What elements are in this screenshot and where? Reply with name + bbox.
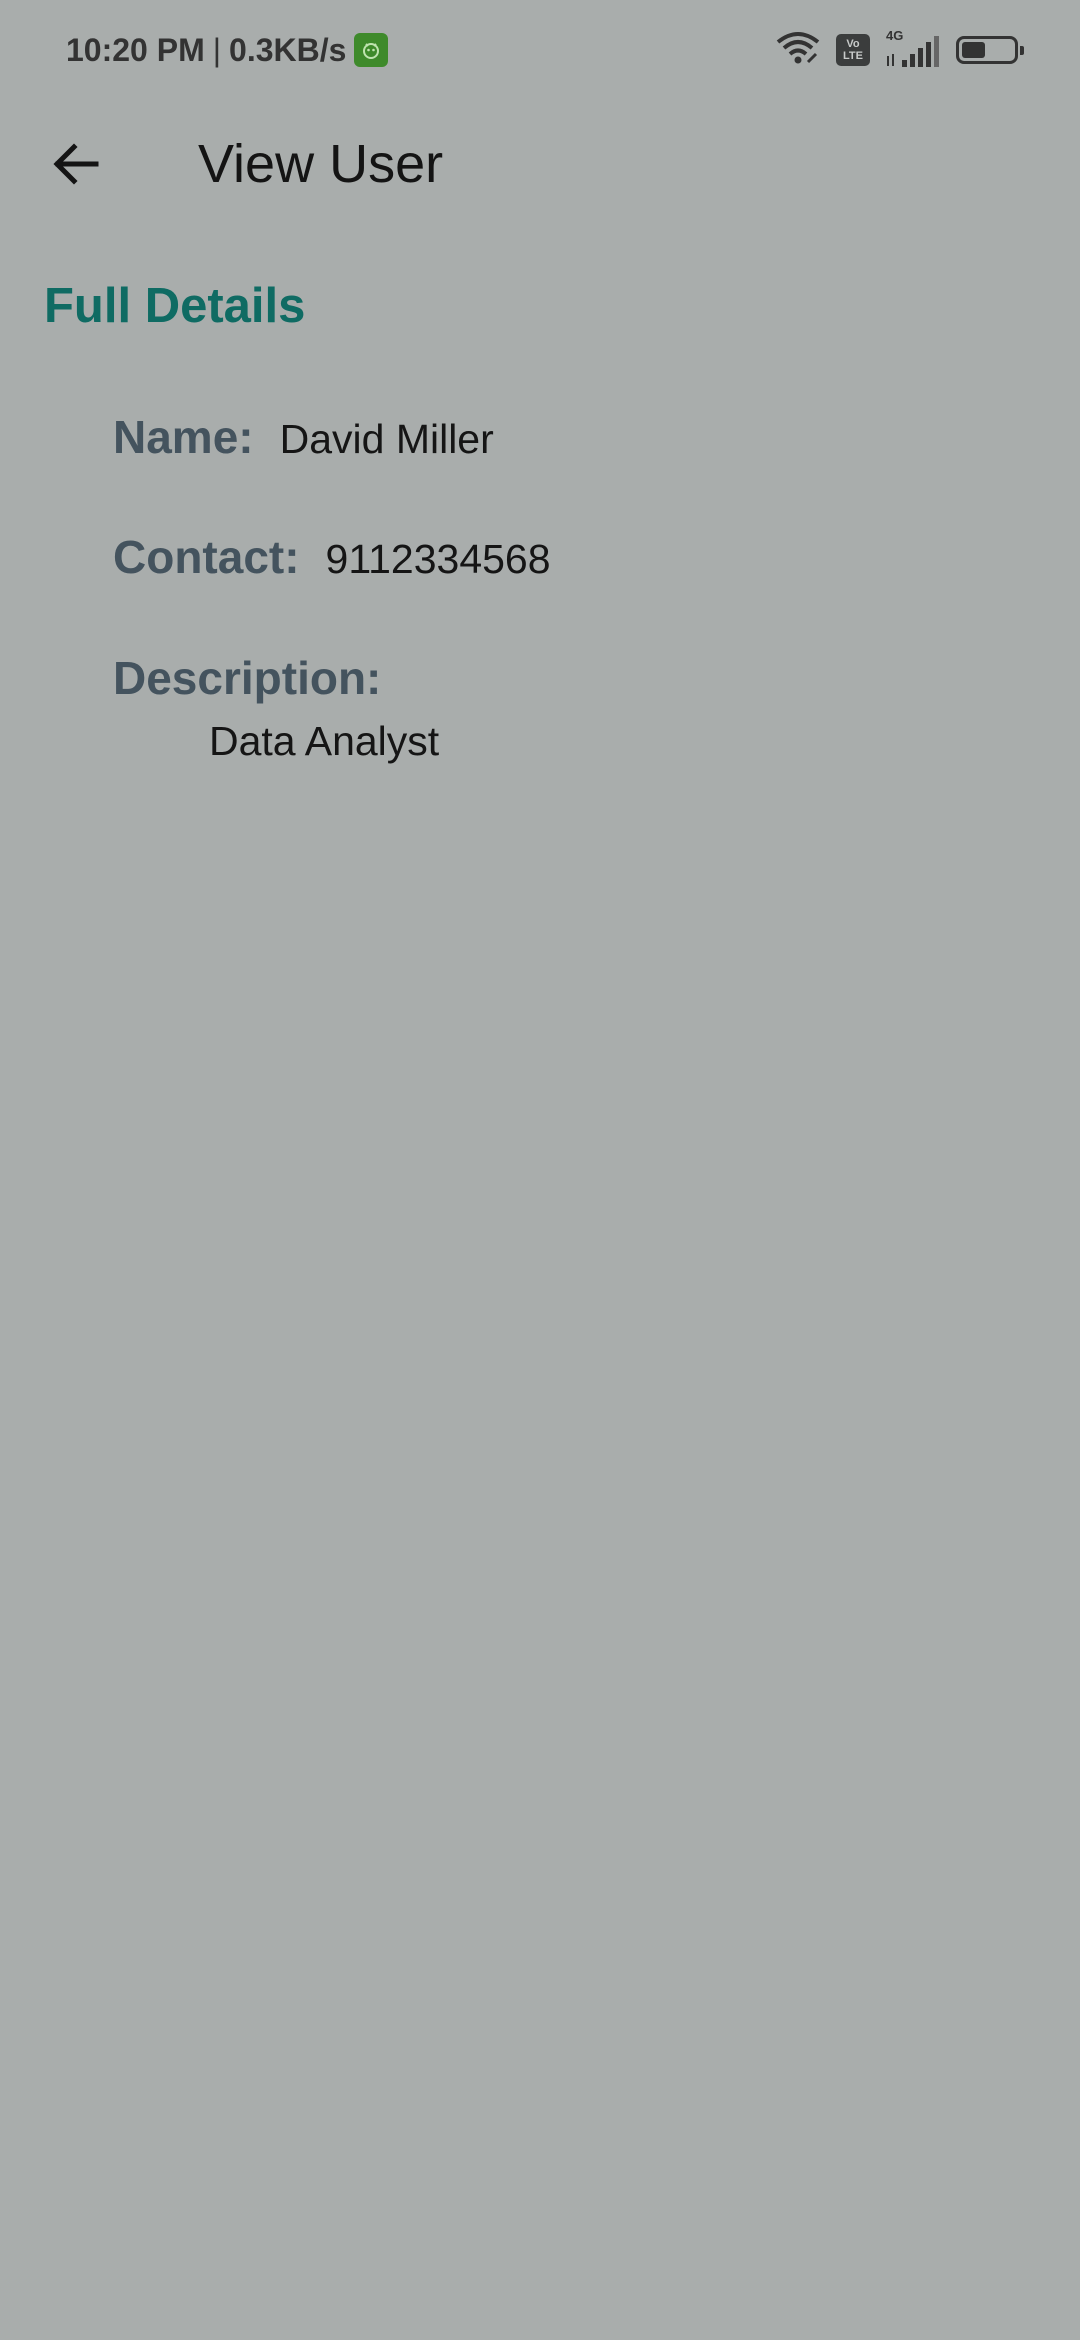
status-left: 10:20 PM | 0.3KB/s <box>66 28 389 72</box>
contact-row: Contact: 9112334568 <box>113 530 551 584</box>
volte-bottom-text: LTE <box>843 50 863 62</box>
signal-icon: 4G <box>884 28 942 68</box>
name-label: Name: <box>113 411 254 463</box>
name-value: David Miller <box>279 416 494 462</box>
description-label: Description: <box>113 652 382 704</box>
page-title: View User <box>198 134 444 194</box>
status-time: 10:20 PM <box>66 31 205 68</box>
name-row: Name: David Miller <box>113 410 494 464</box>
battery-icon <box>956 36 1024 64</box>
description-value: Data Analyst <box>209 718 440 764</box>
section-title: Full Details <box>44 279 306 333</box>
volte-top-text: Vo <box>846 38 860 50</box>
status-bar: 10:20 PM | 0.3KB/s Vo LTE 4G <box>0 0 1080 100</box>
battery-level <box>962 42 985 58</box>
app-notification-icon <box>354 33 389 67</box>
status-separator: | <box>212 31 222 68</box>
wifi-icon <box>774 30 822 71</box>
network-speed: 0.3KB/s <box>229 31 347 68</box>
description-row: Description: <box>113 651 381 705</box>
contact-value: 9112334568 <box>325 536 551 582</box>
back-button[interactable] <box>36 124 116 204</box>
contact-label: Contact: <box>113 531 300 583</box>
status-right: Vo LTE 4G <box>774 28 1024 71</box>
app-bar: View User <box>0 110 1080 206</box>
volte-icon: Vo LTE <box>836 34 870 66</box>
arrow-left-icon <box>53 143 99 185</box>
